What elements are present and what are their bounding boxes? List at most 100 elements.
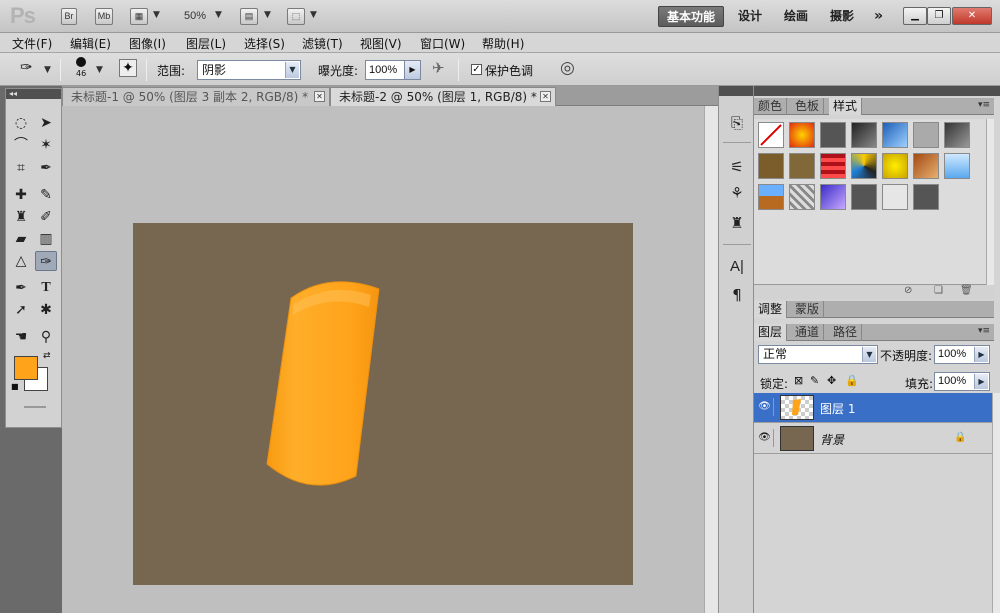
- eyedropper-tool-icon[interactable]: ✒: [35, 158, 57, 178]
- tab-adjustments[interactable]: 调整: [754, 301, 788, 318]
- bridge-button[interactable]: Br: [61, 8, 77, 25]
- close-tab-icon[interactable]: ✕: [314, 91, 325, 102]
- style-swatch[interactable]: [882, 122, 908, 148]
- brush-presets-icon[interactable]: ⚟: [725, 156, 749, 178]
- character-panel-icon[interactable]: A|: [725, 256, 749, 278]
- tool-preset-dropdown-icon[interactable]: ▼: [44, 65, 51, 75]
- airbrush-icon[interactable]: ✈: [432, 59, 445, 77]
- history-panel-icon[interactable]: ⎘: [725, 112, 749, 134]
- protect-tones-checkbox[interactable]: ✓: [471, 64, 482, 75]
- burn-tool-icon[interactable]: ✑: [35, 251, 57, 271]
- lasso-tool-icon[interactable]: ⌒: [10, 135, 32, 155]
- style-swatch[interactable]: [944, 153, 970, 179]
- document-tab-1[interactable]: 未标题-1 @ 50% (图层 3 副本 2, RGB/8) * ✕: [62, 87, 330, 106]
- crop-tool-icon[interactable]: ⌗: [10, 158, 32, 178]
- lock-all-icon[interactable]: 🔒: [845, 374, 859, 387]
- tab-color[interactable]: 颜色: [754, 98, 788, 115]
- menu-layer[interactable]: 图层(L): [186, 35, 226, 52]
- menu-file[interactable]: 文件(F): [12, 35, 52, 52]
- style-swatch[interactable]: [944, 122, 970, 148]
- close-button[interactable]: ✕: [952, 7, 992, 25]
- layers-scrollbar[interactable]: [992, 393, 1000, 613]
- panel-menu-icon[interactable]: ▾≡: [978, 326, 990, 336]
- arrange-documents-icon[interactable]: ▤: [240, 8, 258, 25]
- zoom-level[interactable]: 50%: [184, 10, 206, 22]
- menu-help[interactable]: 帮助(H): [482, 35, 524, 52]
- style-swatch[interactable]: [820, 122, 846, 148]
- path-selection-tool-icon[interactable]: ➚: [10, 300, 32, 320]
- history-brush-tool-icon[interactable]: ✐: [35, 207, 57, 227]
- range-select[interactable]: 阴影 ▼: [197, 60, 301, 80]
- tab-channels[interactable]: 通道: [791, 324, 825, 341]
- type-tool-icon[interactable]: T: [35, 278, 57, 298]
- custom-shape-tool-icon[interactable]: ✱: [35, 300, 57, 320]
- restore-button[interactable]: ❐: [927, 7, 951, 25]
- visibility-eye-icon[interactable]: 👁: [756, 398, 774, 416]
- workspace-design[interactable]: 设计: [730, 6, 770, 27]
- fill-input[interactable]: 100% ▶: [934, 372, 990, 391]
- close-tab-icon[interactable]: ✕: [540, 91, 551, 102]
- pen-tool-icon[interactable]: ✒: [10, 278, 32, 298]
- menu-image[interactable]: 图像(I): [129, 35, 166, 52]
- workspace-photography[interactable]: 摄影: [822, 6, 862, 27]
- styles-scrollbar[interactable]: [986, 119, 994, 285]
- layer-row-1[interactable]: 👁 图层 1: [754, 393, 994, 423]
- style-swatch[interactable]: [789, 153, 815, 179]
- foreground-color-swatch[interactable]: [14, 356, 38, 380]
- quick-mask-icon[interactable]: [24, 406, 46, 408]
- style-swatch[interactable]: [851, 184, 877, 210]
- style-swatch[interactable]: [820, 184, 846, 210]
- clear-style-icon[interactable]: ⊘: [904, 285, 912, 296]
- zoom-tool-icon[interactable]: ⚲: [35, 327, 57, 347]
- blend-mode-select[interactable]: 正常 ▼: [758, 345, 878, 364]
- opacity-input[interactable]: 100% ▶: [934, 345, 990, 364]
- marquee-tool-icon[interactable]: ◌: [10, 113, 32, 133]
- style-swatch[interactable]: [758, 153, 784, 179]
- clone-stamp-tool-icon[interactable]: ♜: [10, 207, 32, 227]
- swap-colors-icon[interactable]: ⇄: [43, 351, 51, 361]
- style-swatch[interactable]: [851, 122, 877, 148]
- clone-source-icon[interactable]: ♜: [725, 212, 749, 234]
- style-swatch[interactable]: [851, 153, 877, 179]
- brush-dropdown-icon[interactable]: ▼: [96, 65, 103, 75]
- visibility-eye-icon[interactable]: 👁: [756, 429, 774, 447]
- tab-masks[interactable]: 蒙版: [791, 301, 825, 318]
- tab-styles[interactable]: 样式: [829, 98, 863, 115]
- style-none[interactable]: [758, 122, 784, 148]
- arrange-dropdown-icon[interactable]: ▼: [264, 10, 271, 20]
- magic-wand-tool-icon[interactable]: ✶: [35, 135, 57, 155]
- zoom-dropdown-icon[interactable]: ▼: [215, 10, 222, 20]
- style-swatch[interactable]: [882, 153, 908, 179]
- healing-brush-tool-icon[interactable]: ✚: [10, 185, 32, 205]
- mini-bridge-button[interactable]: Mb: [95, 8, 113, 25]
- tab-paths[interactable]: 路径: [829, 324, 863, 341]
- paragraph-panel-icon[interactable]: ¶: [725, 284, 749, 306]
- burn-tool-preset-icon[interactable]: ✑: [20, 58, 33, 76]
- menu-view[interactable]: 视图(V): [360, 35, 402, 52]
- brush-panel-icon[interactable]: ✦: [119, 59, 137, 77]
- lock-position-icon[interactable]: ✥: [827, 374, 836, 387]
- delete-style-icon[interactable]: 🗑: [960, 285, 973, 296]
- menu-select[interactable]: 选择(S): [244, 35, 285, 52]
- workspace-painting[interactable]: 绘画: [776, 6, 816, 27]
- exposure-input[interactable]: 100%: [365, 60, 405, 80]
- workspace-essentials[interactable]: 基本功能: [658, 6, 725, 27]
- view-extras-dropdown-icon[interactable]: ▼: [153, 10, 160, 20]
- style-swatch[interactable]: [913, 122, 939, 148]
- new-style-icon[interactable]: ❏: [934, 285, 943, 296]
- move-tool-icon[interactable]: ➤: [35, 113, 57, 133]
- brush-tool-icon[interactable]: ✎: [35, 185, 57, 205]
- style-swatch[interactable]: [882, 184, 908, 210]
- exposure-slider-arrow-icon[interactable]: ▶: [404, 60, 421, 80]
- style-swatch[interactable]: [913, 153, 939, 179]
- eraser-tool-icon[interactable]: ▰: [10, 229, 32, 249]
- screen-mode-icon[interactable]: ⬚: [287, 8, 305, 25]
- gradient-tool-icon[interactable]: ▥: [35, 229, 57, 249]
- tab-layers[interactable]: 图层: [754, 324, 788, 341]
- lock-transparent-icon[interactable]: ⊠: [794, 374, 803, 387]
- default-colors-icon[interactable]: ■: [11, 382, 19, 391]
- lock-image-icon[interactable]: ✎: [810, 374, 819, 387]
- more-workspaces-button[interactable]: »: [866, 6, 891, 27]
- brush-panel-icon[interactable]: ⚘: [725, 182, 749, 204]
- tab-swatches[interactable]: 色板: [791, 98, 825, 115]
